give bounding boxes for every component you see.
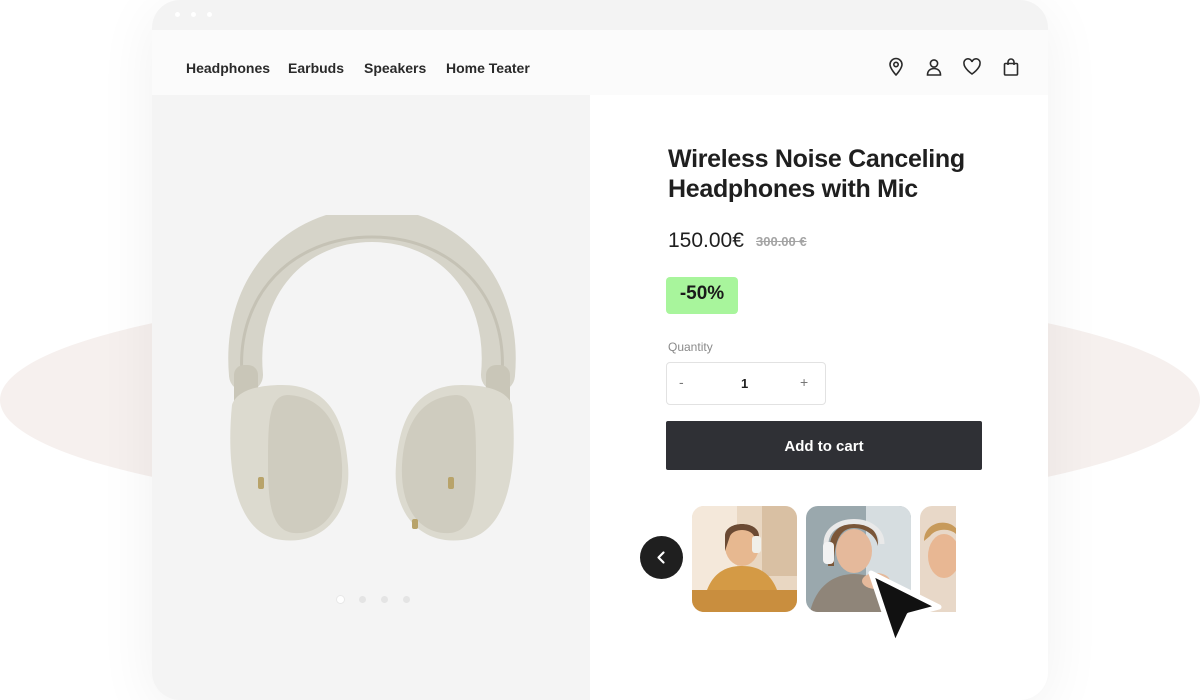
product-title: Wireless Noise Canceling Headphones with…: [668, 145, 965, 203]
location-icon[interactable]: [886, 57, 906, 77]
carousel-dot[interactable]: [359, 596, 366, 603]
top-navigation: Headphones Earbuds Speakers Home Teater: [152, 30, 1048, 95]
discount-badge: -50%: [666, 277, 738, 314]
product-price: 150.00€: [668, 229, 744, 252]
chevron-left-icon: [657, 551, 665, 564]
quantity-stepper: - 1 +: [666, 362, 826, 405]
quantity-increment-button[interactable]: +: [800, 374, 808, 390]
product-headphones-image: [228, 215, 516, 541]
quantity-label: Quantity: [668, 340, 713, 354]
window-titlebar: [152, 0, 1048, 30]
nav-link-earbuds[interactable]: Earbuds: [288, 60, 344, 76]
bag-icon[interactable]: [1001, 57, 1021, 77]
heart-icon[interactable]: [962, 57, 982, 77]
thumbnail-woman-headphones-1[interactable]: [692, 506, 797, 612]
browser-window: Headphones Earbuds Speakers Home Teater: [152, 0, 1048, 700]
carousel-dot[interactable]: [337, 596, 344, 603]
window-dot: [191, 12, 196, 17]
previous-image-button[interactable]: [640, 536, 683, 579]
mouse-pointer-icon: [868, 570, 942, 648]
window-dot: [207, 12, 212, 17]
add-to-cart-button[interactable]: Add to cart: [666, 421, 982, 470]
window-dot: [175, 12, 180, 17]
quantity-value[interactable]: 1: [741, 376, 748, 391]
carousel-dot[interactable]: [381, 596, 388, 603]
product-old-price: 300.00 €: [756, 234, 807, 249]
carousel-dot[interactable]: [403, 596, 410, 603]
nav-link-home-teater[interactable]: Home Teater: [446, 60, 530, 76]
quantity-decrement-button[interactable]: -: [679, 374, 684, 390]
product-image-panel: [152, 95, 590, 700]
user-icon[interactable]: [924, 57, 944, 77]
product-details-panel: Wireless Noise Canceling Headphones with…: [590, 95, 1048, 700]
nav-link-speakers[interactable]: Speakers: [364, 60, 426, 76]
nav-link-headphones[interactable]: Headphones: [186, 60, 270, 76]
